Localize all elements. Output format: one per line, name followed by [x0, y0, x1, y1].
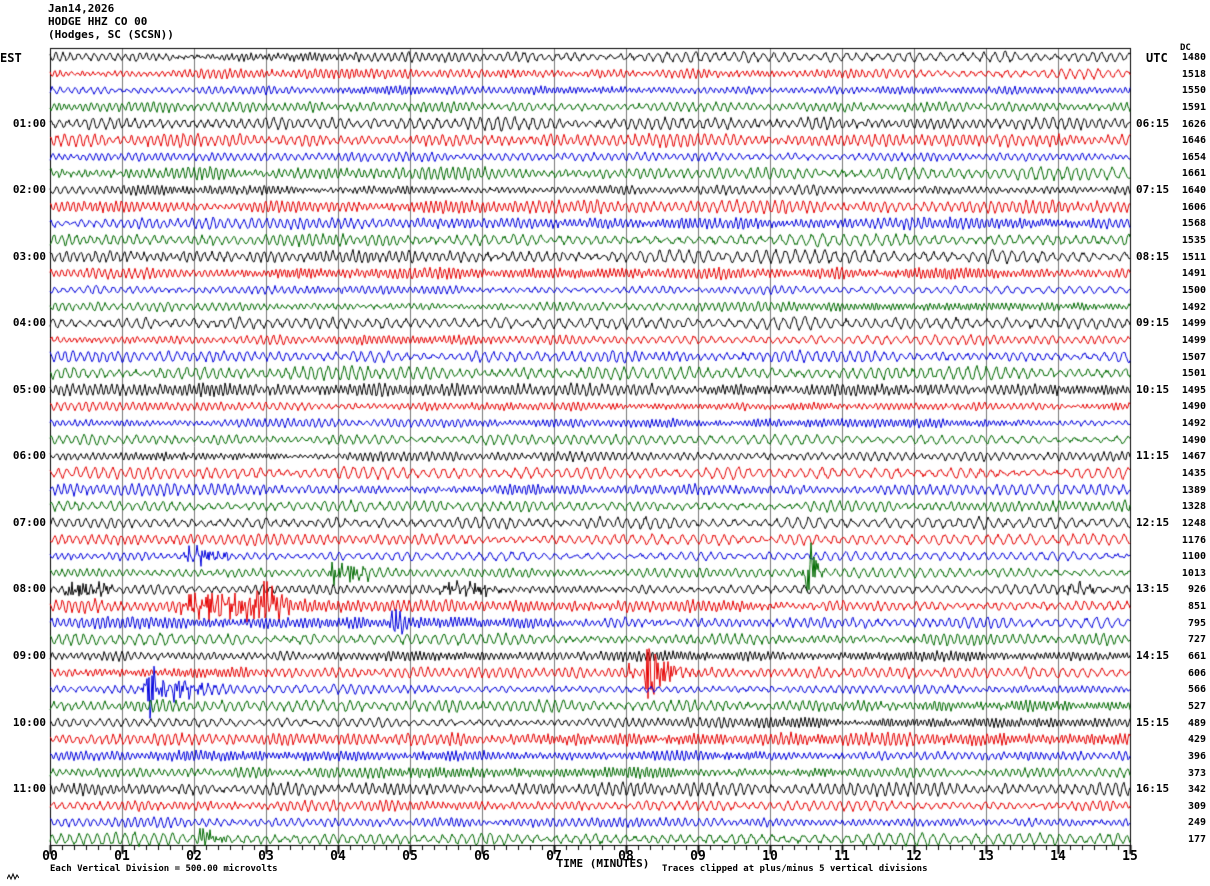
- dc-offset-value: 177: [1187, 834, 1206, 846]
- x-axis-tick-label: 02: [186, 849, 202, 864]
- x-axis-tick-label: 11: [834, 849, 850, 864]
- dc-offset-value: 795: [1187, 617, 1206, 629]
- utc-time-label: 11:15: [1136, 449, 1170, 463]
- dc-offset-value: 1591: [1181, 101, 1206, 113]
- dc-offset-value: 1491: [1181, 268, 1206, 280]
- dc-offset-value: 1100: [1181, 551, 1206, 563]
- dc-offset-value: 527: [1187, 700, 1206, 712]
- dc-offset-value: 1654: [1181, 151, 1206, 163]
- dc-offset-value: 1511: [1181, 251, 1206, 263]
- dc-offset-value: 1626: [1181, 118, 1206, 130]
- est-time-label: 02:00: [12, 183, 46, 197]
- utc-time-label: 06:15: [1136, 116, 1170, 130]
- est-axis-label: EST: [0, 51, 22, 65]
- dc-offset-value: 1507: [1181, 351, 1206, 363]
- utc-time-label: 15:15: [1136, 715, 1170, 729]
- x-axis-tick-label: 05: [402, 849, 418, 864]
- est-time-label: 10:00: [12, 715, 46, 729]
- header-station: HODGE HHZ CO 00: [48, 15, 148, 28]
- dc-offset-value: 1606: [1181, 201, 1206, 213]
- dc-offset-value: 606: [1187, 667, 1206, 679]
- x-axis-tick-label: 13: [978, 849, 994, 864]
- dc-offset-value: 1646: [1181, 135, 1206, 147]
- header-date: Jan14,2026: [48, 2, 115, 15]
- dc-offset-value: 1535: [1181, 235, 1206, 247]
- utc-time-label: 16:15: [1136, 782, 1170, 796]
- dc-offset-value: 727: [1187, 634, 1206, 646]
- helicorder-page: Jan14,2026 HODGE HHZ CO 00 (Hodges, SC (…: [0, 0, 1210, 886]
- est-time-label: 05:00: [12, 382, 46, 396]
- dc-offset-value: 1661: [1181, 168, 1206, 180]
- utc-time-label: 13:15: [1136, 582, 1170, 596]
- est-time-label: 03:00: [12, 249, 46, 263]
- dc-offset-value: 1328: [1181, 501, 1206, 513]
- dc-offset-value: 1389: [1181, 484, 1206, 496]
- dc-offset-value: 1480: [1181, 52, 1206, 63]
- dc-offset-value: 489: [1187, 717, 1206, 729]
- dc-offset-value: 1499: [1181, 318, 1206, 330]
- footer-right-note: Traces clipped at plus/minus 5 vertical …: [662, 864, 928, 874]
- dc-offset-value: 1500: [1181, 284, 1206, 296]
- dc-offset-value: 566: [1187, 684, 1206, 696]
- dc-offset-value: 1495: [1181, 384, 1206, 396]
- x-axis-tick-label: 10: [762, 849, 778, 864]
- est-time-label: 04:00: [12, 316, 46, 330]
- dc-offset-value: 429: [1187, 734, 1206, 746]
- dc-offset-value: 1248: [1181, 517, 1206, 529]
- dc-offset-value: 1568: [1181, 218, 1206, 230]
- x-axis-tick-label: 12: [906, 849, 922, 864]
- dc-offset-value: 1013: [1181, 567, 1206, 579]
- dc-offset-value: 1490: [1181, 401, 1206, 413]
- dc-offset-value: 1640: [1181, 185, 1206, 197]
- utc-time-label: 14:15: [1136, 649, 1170, 663]
- dc-offset-value: 1467: [1181, 451, 1206, 463]
- dc-offset-value: 396: [1187, 750, 1206, 762]
- dc-offset-value: 309: [1187, 800, 1206, 812]
- dc-offset-value: 1492: [1181, 301, 1206, 313]
- est-time-label: 09:00: [12, 649, 46, 663]
- dc-offset-value: 1176: [1181, 534, 1206, 546]
- x-axis-tick-label: 04: [330, 849, 346, 864]
- seismogram-plot-canvas: [0, 0, 1210, 886]
- x-axis-tick-label: 03: [258, 849, 274, 864]
- utc-time-label: 07:15: [1136, 183, 1170, 197]
- est-time-label: 11:00: [12, 782, 46, 796]
- utc-time-label: 09:15: [1136, 316, 1170, 330]
- dc-offset-value: 661: [1187, 651, 1206, 663]
- utc-time-label: 12:15: [1136, 515, 1170, 529]
- dc-offset-value: 1492: [1181, 418, 1206, 430]
- est-time-label: 07:00: [12, 515, 46, 529]
- dc-offset-value: 249: [1187, 817, 1206, 829]
- dc-offset-value: 1435: [1181, 468, 1206, 479]
- dc-offset-value: 851: [1187, 601, 1206, 613]
- header-location: (Hodges, SC (SCSN)): [48, 28, 174, 41]
- utc-axis-label: UTC: [1146, 51, 1168, 65]
- dc-offset-value: 342: [1187, 784, 1206, 796]
- dc-offset-value: 373: [1187, 767, 1206, 779]
- utc-time-label: 10:15: [1136, 382, 1170, 396]
- x-axis-tick-label: 15: [1122, 849, 1138, 864]
- x-axis-tick-label: 06: [474, 849, 490, 864]
- dc-offset-value: 1518: [1181, 68, 1206, 80]
- x-axis-tick-label: 09: [690, 849, 706, 864]
- footer-left-note: Each Vertical Division = 500.00 microvol…: [50, 864, 278, 874]
- x-axis-tick-label: 01: [114, 849, 130, 864]
- dc-offset-value: 1499: [1181, 334, 1206, 346]
- est-time-label: 06:00: [12, 449, 46, 463]
- wave-mark-icon: [6, 866, 20, 885]
- dc-offset-value: 1550: [1181, 85, 1206, 97]
- est-time-label: 08:00: [12, 582, 46, 596]
- dc-offset-value: 1490: [1181, 434, 1206, 446]
- x-axis-tick-label: 00: [42, 849, 58, 864]
- x-axis-title: TIME (MINUTES): [556, 857, 650, 870]
- dc-offset-value: 1501: [1181, 368, 1206, 380]
- utc-time-label: 08:15: [1136, 249, 1170, 263]
- x-axis-tick-label: 14: [1050, 849, 1066, 864]
- dc-offset-value: 926: [1187, 584, 1206, 596]
- est-time-label: 01:00: [12, 116, 46, 130]
